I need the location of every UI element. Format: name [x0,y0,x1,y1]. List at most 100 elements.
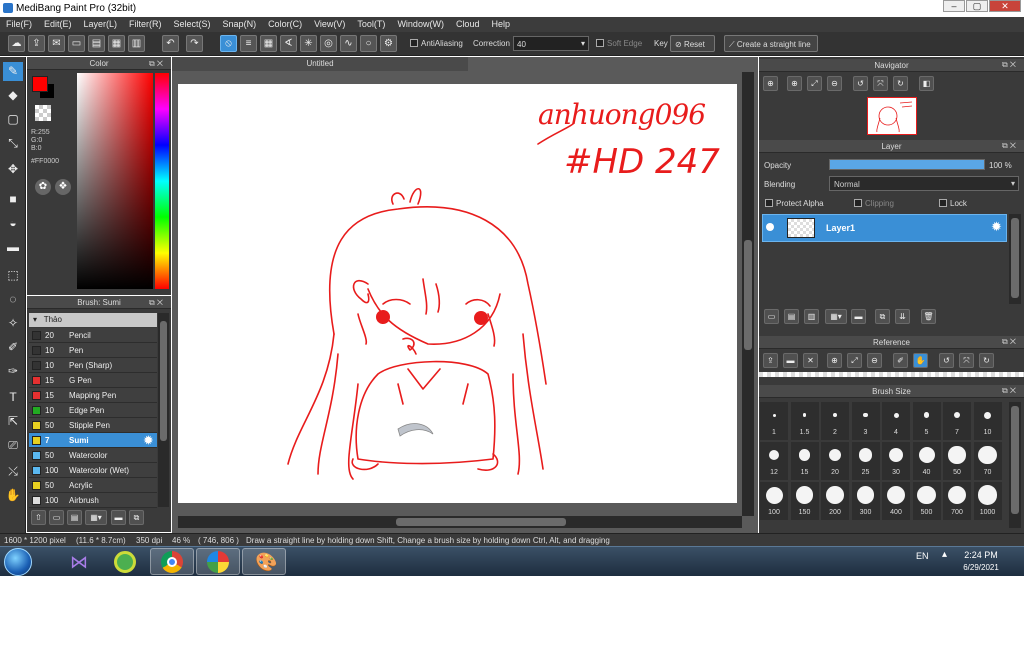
divide-tool-icon[interactable]: ⎚ [3,436,23,455]
brush-tool-icon[interactable]: ✎ [3,62,23,81]
brush-item[interactable]: 7 Sumi ✹ [29,433,157,448]
brush-size-cell[interactable]: 50 [943,442,971,480]
brush-size-cell[interactable]: 70 [973,442,1002,480]
chrome-taskbar-icon[interactable] [150,548,194,575]
clipping-checkbox[interactable] [854,199,862,207]
brush-size-cell[interactable]: 40 [912,442,941,480]
perspective-snap-icon[interactable]: ∢ [280,35,297,52]
brush-menu-icon[interactable]: ▦▾ [85,510,107,525]
menu-filter[interactable]: Filter(R) [123,17,168,32]
scrollbar-thumb[interactable] [396,518,566,526]
brush-size-cell[interactable]: 500 [912,482,941,520]
menu-layer[interactable]: Layer(L) [78,17,124,32]
move-tool-icon[interactable]: ✥ [3,160,23,179]
minimize-button[interactable]: – [943,0,965,12]
brush-size-cell[interactable]: 300 [851,482,880,520]
lock-toggle[interactable]: Lock [939,199,967,208]
dot-tool-icon[interactable]: ▢ [3,110,23,129]
antialiasing-checkbox[interactable] [410,39,418,47]
new-8bit-layer-icon[interactable]: ▥ [804,309,819,324]
drawing-canvas[interactable]: anhuong096 #HD 247 [178,84,737,503]
brush-size-cell[interactable]: 2 [821,402,849,440]
undo-icon[interactable]: ↶ [162,35,179,52]
transparent-color-swatch[interactable] [35,105,51,121]
panel-float-icon[interactable]: ⧉ ✕ [149,59,163,69]
menu-snap[interactable]: Snap(N) [217,17,263,32]
antialiasing-toggle[interactable]: AntiAliasing [410,39,463,48]
soft-edge-checkbox[interactable] [596,39,604,47]
scrollbar-thumb[interactable] [1011,218,1019,298]
panel-float-icon[interactable]: ⧉ ✕ [1002,337,1016,347]
menu-tool[interactable]: Tool(T) [351,17,391,32]
layer-folder-icon[interactable]: ▬ [851,309,866,324]
protect-alpha-toggle[interactable]: Protect Alpha [765,199,824,208]
brush-add-icon[interactable]: ⇧ [31,510,46,525]
brush-item[interactable]: 50 Watercolor [29,448,157,463]
menu-edit[interactable]: Edit(E) [38,17,78,32]
brush-item[interactable]: 10 Pen (Sharp) [29,358,157,373]
radial-snap-icon[interactable]: ✳ [300,35,317,52]
brush-new-icon[interactable]: ▭ [49,510,64,525]
new-file-icon[interactable]: ▭ [68,35,85,52]
reference-zoom-in-icon[interactable]: ⊕ [827,353,842,368]
new-halftone-layer-icon[interactable]: ▤ [784,309,799,324]
blending-select[interactable]: Normal ▾ [829,176,1019,191]
start-button[interactable] [4,548,32,576]
scrollbar-thumb[interactable] [160,321,167,441]
soft-edge-toggle[interactable]: Soft Edge [596,39,642,48]
brush-size-cell[interactable]: 12 [760,442,788,480]
clock-time[interactable]: 2:24 PM [958,550,1004,560]
brush-item[interactable]: 10 Pen [29,343,157,358]
panel-float-icon[interactable]: ⧉ ✕ [149,298,163,308]
eraser-tool-icon[interactable]: ◆ [3,86,23,105]
new-layer-icon[interactable]: ▭ [764,309,779,324]
fill-rect-tool-icon[interactable]: ■ [3,190,23,209]
panel-float-icon[interactable]: ⧉ ✕ [1002,141,1016,151]
language-indicator[interactable]: EN [916,551,929,561]
layer-list-scrollbar[interactable] [1009,214,1021,304]
brush-size-cell[interactable]: 1000 [973,482,1002,520]
brush-size-cell[interactable]: 10 [973,402,1002,440]
canvas-vertical-scrollbar[interactable] [742,72,754,516]
brush-item[interactable]: 10 Edge Pen [29,403,157,418]
reset-button[interactable]: ⊘ Reset [670,35,715,52]
eyedropper-tool-icon[interactable]: ⤯ [3,462,23,481]
select-pen-tool-icon[interactable]: ✐ [3,338,23,357]
save-icon[interactable]: ▤ [88,35,105,52]
saturation-value-picker[interactable] [77,73,153,289]
hand-tool-icon[interactable]: ✋ [3,486,23,505]
materials-icon[interactable]: ▦ [108,35,125,52]
lock-checkbox[interactable] [939,199,947,207]
brush-size-scrollbar[interactable] [1009,402,1021,528]
zoom-in-icon[interactable]: ⊕ [763,76,778,91]
zoom-in-icon[interactable]: ⊕ [787,76,802,91]
delete-layer-icon[interactable]: 🗑 [921,309,936,324]
panel-float-icon[interactable]: ⧉ ✕ [1002,386,1016,396]
brush-size-cell[interactable]: 3 [851,402,880,440]
medibang-taskbar-icon[interactable] [196,548,240,575]
reference-rotate-right-icon[interactable]: ↻ [979,353,994,368]
protect-alpha-checkbox[interactable] [765,199,773,207]
brush-folder-icon[interactable]: ▬ [111,510,126,525]
brush-item[interactable]: 50 Stipple Pen [29,418,157,433]
select-eraser-tool-icon[interactable]: ✑ [3,362,23,381]
brush-size-cell[interactable]: 30 [882,442,910,480]
text-tool-icon[interactable]: T [3,388,23,407]
blur-tool-icon[interactable]: ⤡ [3,134,23,153]
brush-duplicate-icon[interactable]: ⧉ [129,510,144,525]
reference-open-icon[interactable]: ▬ [783,353,798,368]
brush-item[interactable]: 15 Mapping Pen [29,388,157,403]
menu-help[interactable]: Help [485,17,516,32]
layer-settings-gear-icon[interactable]: ✹ [991,219,1002,235]
reference-zoom-out-icon[interactable]: ⊖ [867,353,882,368]
reset-view-icon[interactable]: ⤧ [873,76,888,91]
maximize-button[interactable]: ▢ [966,0,988,12]
tray-up-icon[interactable]: ▴ [942,549,947,560]
brush-size-cell[interactable]: 4 [882,402,910,440]
create-straight-line-button[interactable]: ⟋ Create a straight line [724,35,818,52]
paint-taskbar-icon[interactable]: 🎨 [242,548,286,575]
foreground-color-swatch[interactable] [32,76,48,92]
snap-off-icon[interactable]: ⦸ [220,35,237,52]
upload-icon[interactable]: ⇪ [28,35,45,52]
comment-icon[interactable]: ✉ [48,35,65,52]
